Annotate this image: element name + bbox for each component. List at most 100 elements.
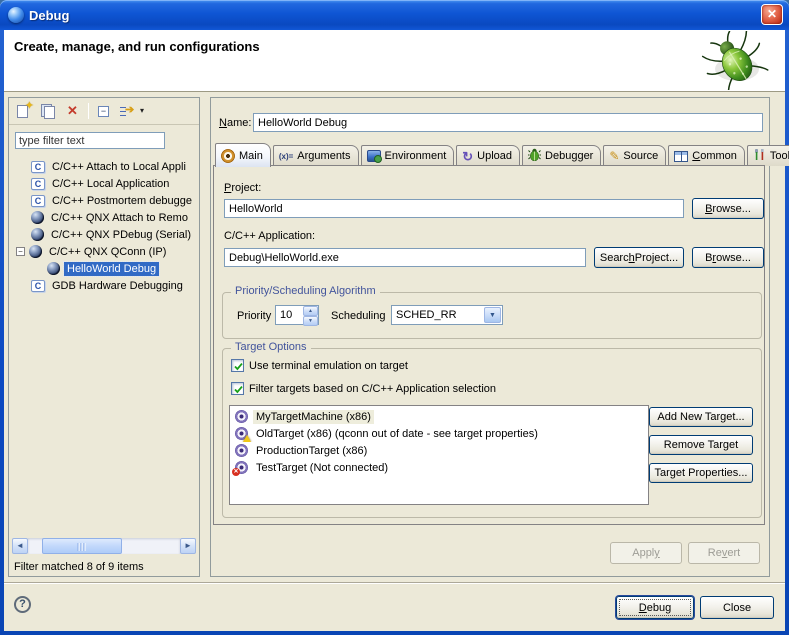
target-label: MyTargetMachine (x86): [253, 410, 374, 424]
tree-item-label: C/C++ Local Application: [49, 177, 172, 191]
target-item-oldtarget[interactable]: OldTarget (x86) (qconn out of date - see…: [230, 425, 648, 442]
tree-item-label: HelloWorld Debug: [64, 262, 159, 276]
filter-input[interactable]: [15, 132, 165, 149]
project-label: Project:: [224, 182, 261, 194]
tree-item-local-application[interactable]: C C/C++ Local Application: [11, 175, 197, 192]
bug-image: [697, 31, 773, 90]
target-label: TestTarget (Not connected): [253, 461, 391, 475]
debug-button[interactable]: Debug: [616, 596, 694, 619]
tab-label: Environment: [385, 150, 447, 162]
tab-upload[interactable]: ↻ Upload: [456, 145, 520, 166]
tree-item-label: C/C++ QNX QConn (IP): [46, 245, 169, 259]
terminal-emulation-option[interactable]: Use terminal emulation on target: [231, 359, 408, 372]
common-tab-icon: [674, 151, 688, 162]
c-application-icon: C: [31, 195, 45, 207]
delete-configuration-icon[interactable]: ✕: [64, 103, 81, 119]
search-project-button[interactable]: Search Project...: [594, 247, 684, 268]
tree-item-qnx-attach-remote[interactable]: C/C++ QNX Attach to Remo: [11, 209, 197, 226]
browse-application-button[interactable]: Browse...: [692, 247, 764, 268]
scrollbar-track[interactable]: [28, 538, 180, 554]
filter-targets-option[interactable]: Filter targets based on C/C++ Applicatio…: [231, 382, 496, 395]
title-bar[interactable]: Debug ✕: [0, 0, 789, 30]
tree-item-qnx-pdebug[interactable]: C/C++ QNX PDebug (Serial): [11, 226, 197, 243]
target-label: ProductionTarget (x86): [253, 444, 370, 458]
tree-item-label: C/C++ Postmortem debugge: [49, 194, 195, 208]
debugger-tab-icon: [528, 148, 541, 164]
banner-title: Create, manage, and run configurations: [14, 39, 260, 54]
browse-project-button[interactable]: Browse...: [692, 198, 764, 219]
error-overlay-icon: ✕: [232, 468, 240, 476]
upload-tab-icon: ↻: [462, 150, 473, 163]
spin-up-icon[interactable]: ▲: [303, 306, 318, 316]
filter-menu-icon[interactable]: ➔ ▾: [120, 103, 144, 119]
target-item-testtarget[interactable]: ✕ TestTarget (Not connected): [230, 459, 648, 476]
tools-tab-icon: [753, 148, 766, 164]
tab-source[interactable]: ✎ Source: [603, 145, 666, 166]
scheduling-value: SCHED_RR: [396, 309, 457, 321]
checkbox-label: Use terminal emulation on target: [249, 360, 408, 372]
collapse-toggle-icon[interactable]: −: [16, 247, 25, 256]
group-title: Priority/Scheduling Algorithm: [231, 285, 380, 297]
project-input[interactable]: [224, 199, 684, 218]
configuration-detail-panel: Name: Main (x)= Arguments Environment ↻: [210, 97, 770, 577]
qnx-debug-icon: [31, 228, 44, 241]
tree-item-label: C/C++ Attach to Local Appli: [49, 160, 189, 174]
add-new-target-button[interactable]: Add New Target...: [649, 407, 753, 427]
target-item-productiontarget[interactable]: ProductionTarget (x86): [230, 442, 648, 459]
checkbox-checked-icon[interactable]: [231, 359, 244, 372]
remove-target-button[interactable]: Remove Target: [649, 435, 753, 455]
c-application-icon: C: [31, 178, 45, 190]
c-application-icon: C: [31, 161, 45, 173]
tree-item-postmortem[interactable]: C C/C++ Postmortem debugge: [11, 192, 197, 209]
configurations-toolbar: ✦ ✕ − ➔ ▾: [9, 98, 199, 125]
target-item-mytargetmachine[interactable]: MyTargetMachine (x86): [230, 408, 648, 425]
warning-overlay-icon: [243, 435, 251, 442]
horizontal-scrollbar[interactable]: ◄ ►: [12, 538, 196, 554]
name-input[interactable]: [253, 113, 763, 132]
tree-item-helloworld-debug[interactable]: HelloWorld Debug: [11, 260, 197, 277]
tab-environment[interactable]: Environment: [361, 145, 455, 166]
combo-dropdown-icon[interactable]: ▼: [484, 307, 501, 323]
target-properties-button[interactable]: Target Properties...: [649, 463, 753, 483]
tab-label: Source: [623, 150, 658, 162]
tree-item-gdb-hardware[interactable]: C GDB Hardware Debugging: [11, 277, 197, 294]
scheduling-combo[interactable]: SCHED_RR ▼: [391, 305, 503, 325]
tab-tools[interactable]: Tools: [747, 145, 789, 166]
scroll-right-button[interactable]: ►: [180, 538, 196, 554]
tab-main[interactable]: Main: [215, 143, 271, 167]
priority-spinner[interactable]: 10 ▲ ▼: [275, 305, 319, 325]
new-configuration-icon[interactable]: ✦: [16, 103, 33, 119]
close-button[interactable]: Close: [700, 596, 774, 619]
arguments-tab-icon: (x)=: [279, 152, 293, 161]
application-input[interactable]: [224, 248, 586, 267]
apply-button[interactable]: Apply: [610, 542, 682, 564]
close-window-button[interactable]: ✕: [761, 4, 783, 25]
revert-button[interactable]: Revert: [688, 542, 760, 564]
filter-status-text: Filter matched 8 of 9 items: [14, 561, 144, 573]
window-icon: [8, 7, 24, 23]
tab-debugger[interactable]: Debugger: [522, 145, 601, 166]
spin-down-icon[interactable]: ▼: [303, 316, 318, 326]
tree-item-label: C/C++ QNX PDebug (Serial): [48, 228, 194, 242]
target-icon: [235, 410, 248, 423]
qnx-debug-icon: [29, 245, 42, 258]
tab-label: Main: [239, 150, 263, 162]
tree-item-qnx-qconn[interactable]: − C/C++ QNX QConn (IP): [11, 243, 197, 260]
tree-item-attach-local[interactable]: C C/C++ Attach to Local Appli: [11, 158, 197, 175]
checkbox-checked-icon[interactable]: [231, 382, 244, 395]
tab-arguments[interactable]: (x)= Arguments: [273, 145, 359, 166]
c-application-icon: C: [31, 280, 45, 292]
scrollbar-thumb[interactable]: [42, 538, 122, 554]
tab-common[interactable]: Common: [668, 145, 745, 166]
footer-separator: [4, 582, 785, 584]
configurations-panel: ✦ ✕ − ➔ ▾ C C/C+: [8, 97, 200, 577]
target-options-group: Target Options Use terminal emulation on…: [222, 348, 762, 518]
tab-bar: Main (x)= Arguments Environment ↻ Upload: [215, 142, 789, 166]
tree-item-label: GDB Hardware Debugging: [49, 279, 186, 293]
duplicate-configuration-icon[interactable]: [40, 103, 57, 119]
collapse-all-icon[interactable]: −: [96, 103, 113, 119]
help-button[interactable]: ?: [14, 596, 31, 613]
tab-label: Debugger: [545, 150, 593, 162]
scroll-left-button[interactable]: ◄: [12, 538, 28, 554]
debug-dialog-window: Debug ✕ Create, manage, and run configur…: [0, 0, 789, 635]
